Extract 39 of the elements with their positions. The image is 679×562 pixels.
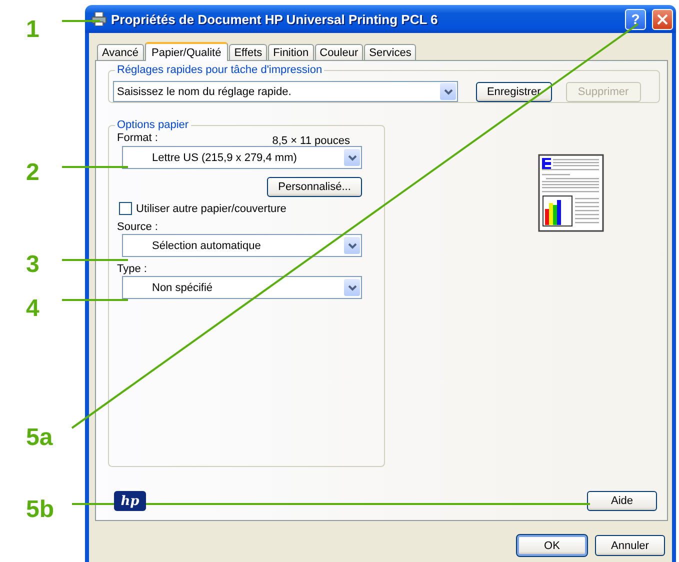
logo: hp: [114, 491, 146, 511]
custom-button[interactable]: Personnalisé...: [267, 177, 362, 197]
close-button[interactable]: [652, 8, 673, 30]
callout-number: 5b: [26, 498, 54, 522]
tab[interactable]: Services: [364, 44, 416, 60]
source-label: Source :: [117, 221, 159, 233]
tab[interactable]: Avancé: [97, 44, 144, 60]
tab[interactable]: Couleur: [314, 44, 364, 60]
chevron-down-icon: [348, 284, 356, 290]
dialog-button[interactable]: Enregistrer: [476, 82, 552, 102]
format-label: Format :: [117, 132, 158, 146]
callout-number: 2: [26, 161, 40, 185]
chevron-down-icon: [348, 242, 356, 248]
group-legend: Réglages rapides pour tâche d'impression: [115, 64, 324, 76]
chevron-down-icon: [444, 88, 453, 94]
source-dropdown[interactable]: Sélection automatique: [122, 234, 362, 257]
tab[interactable]: Effets: [229, 44, 268, 60]
callout-number: 4: [26, 297, 40, 321]
chevron-down-icon: [348, 154, 356, 160]
quick-settings-field[interactable]: Saisissez le nom du réglage rapide.: [113, 81, 458, 102]
dialog-button[interactable]: Annuler: [595, 535, 665, 556]
checkbox-label: Utiliser autre papier/couverture: [136, 202, 286, 214]
tab[interactable]: Papier/Qualité: [144, 42, 228, 61]
group-legend: Options papier: [115, 119, 191, 131]
format-dropdown[interactable]: Lettre US (215,9 x 279,4 mm): [122, 146, 362, 169]
dialog-button[interactable]: OK: [517, 535, 587, 556]
tab[interactable]: Finition: [268, 44, 314, 60]
document-preview-icon: [538, 154, 604, 232]
help-button[interactable]: Aide: [587, 491, 657, 511]
close-icon: [657, 14, 668, 24]
type-label: Type :: [117, 263, 148, 275]
window-title: Propriétés de Document HP Universal Printing PCL 6: [111, 12, 439, 26]
checkbox[interactable]: [119, 202, 132, 215]
printer-icon: [91, 12, 107, 26]
callout-number: 1: [26, 18, 40, 42]
type-dropdown[interactable]: Non spécifié: [122, 276, 362, 299]
paper-size-text: 8,5 × 11 pouces: [272, 135, 350, 146]
callout-number: 3: [26, 253, 40, 277]
callout-number: 5a: [26, 426, 53, 450]
